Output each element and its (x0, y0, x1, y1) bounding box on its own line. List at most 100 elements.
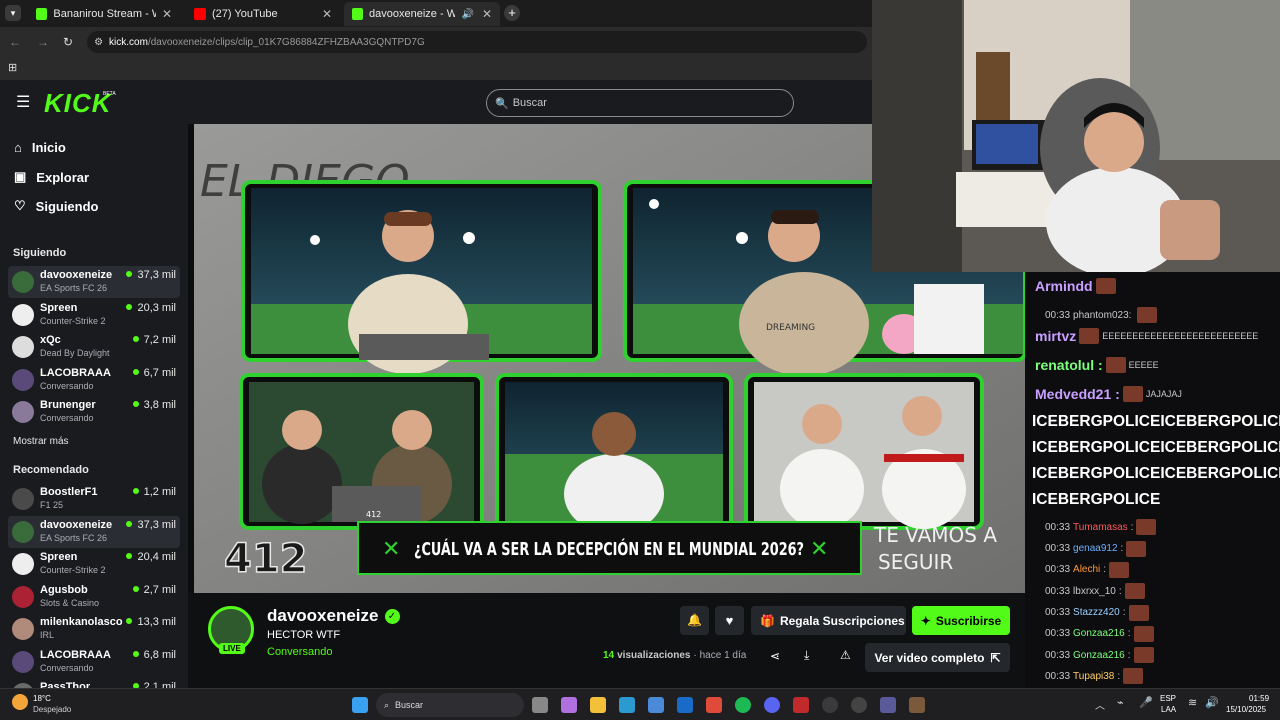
chat-username[interactable]: Medvedd21 : (1035, 386, 1120, 402)
chat-username[interactable]: Alechi (1073, 564, 1100, 575)
sidebar-channel[interactable]: Brunenger Conversando 3,8 mil (8, 396, 180, 428)
clip-category[interactable]: Conversando (267, 646, 332, 658)
tab-youtube[interactable]: (27) YouTube ✕ (186, 2, 340, 26)
subscribe-button[interactable]: ✦ Suscribirse (912, 606, 1010, 635)
sidebar-channel[interactable]: LACOBRAAA Conversando 6,7 mil (8, 364, 180, 396)
chat-username[interactable]: Armindd (1035, 278, 1093, 294)
full-video-button[interactable]: Ver video completo ⇱ (865, 643, 1010, 672)
sidebar-channel[interactable]: davooxeneize EA Sports FC 26 37,3 mil (8, 515, 180, 548)
chrome-icon[interactable] (706, 697, 722, 713)
clock-date[interactable]: 15/10/2025 (1226, 705, 1266, 714)
wifi-icon[interactable]: ≋ (1188, 696, 1197, 709)
url-field[interactable]: ⚙ kick.com /davooxeneize/clips/clip_01K7… (87, 31, 868, 53)
site-info-icon[interactable]: ⚙ (94, 37, 103, 48)
speaker-icon[interactable]: 🔊 (461, 9, 473, 20)
spotify-icon[interactable] (735, 697, 751, 713)
emote-icon (1126, 540, 1147, 557)
weather-icon[interactable] (12, 694, 28, 710)
sidebar-channel[interactable]: Spreen Counter-Strike 2 20,3 mil (8, 299, 180, 331)
channel-name[interactable]: davooxeneize (267, 606, 379, 626)
show-more-link[interactable]: Mostrar más (13, 436, 69, 447)
new-tab-button[interactable]: + (504, 5, 520, 21)
chat-username[interactable]: Stazzz420 (1073, 607, 1120, 618)
app-icon[interactable] (909, 697, 925, 713)
chat-text: ICEBERGPOLICEICEBERGPOLICE (1032, 465, 1280, 483)
layout-code[interactable]: LAA (1161, 705, 1176, 714)
chat-message: 00:33 phantom023: (1045, 307, 1158, 323)
chat-username[interactable]: Gonzaa216 (1073, 650, 1125, 661)
chat-username[interactable]: phantom023: (1073, 310, 1131, 321)
edge-icon[interactable] (619, 697, 635, 713)
outlook-icon[interactable] (677, 697, 693, 713)
discord-icon[interactable] (764, 697, 780, 713)
viewer-count: 13,3 mil (126, 616, 176, 628)
sidebar-channel[interactable]: LACOBRAAA Conversando 6,8 mil (8, 646, 180, 678)
sidebar-channel[interactable]: PassThor 2,1 mil (8, 678, 180, 688)
network-icon[interactable]: ⌁ (1117, 696, 1124, 709)
sidebar-channel[interactable]: BoostlerF1 F1 25 1,2 mil (8, 483, 180, 515)
back-icon[interactable]: ← (9, 35, 21, 49)
sidebar-channel[interactable]: Spreen Counter-Strike 2 20,4 mil (8, 548, 180, 580)
close-tab-icon[interactable]: ✕ (322, 7, 332, 21)
kick-icon (36, 8, 48, 20)
chat-username[interactable]: Gonzaa216 (1073, 628, 1125, 639)
chat-username[interactable]: Tupapi38 (1073, 671, 1114, 682)
live-badge: LIVE (219, 643, 245, 654)
chat-username[interactable]: lbxrxx_10 (1073, 586, 1116, 597)
chat-username[interactable]: genaa912 (1073, 543, 1118, 554)
share-icon[interactable]: ⋖ (770, 649, 780, 663)
nav-siguiendo[interactable]: ♡ Siguiendo (14, 198, 99, 214)
steam-icon[interactable] (822, 697, 838, 713)
forward-icon[interactable]: → (37, 35, 49, 49)
taskbar-search[interactable]: ⌕ Buscar (376, 693, 524, 717)
gift-subs-button[interactable]: 🎁 Regala Suscripciones (751, 606, 906, 635)
copilot-icon[interactable] (561, 697, 577, 713)
close-tab-icon[interactable]: ✕ (482, 7, 492, 21)
beta-badge: BETA (103, 91, 116, 97)
chat-timestamp: 00:33 (1045, 607, 1071, 618)
obs-icon[interactable] (851, 697, 867, 713)
task-view-icon[interactable] (532, 697, 548, 713)
chat-timestamp: 00:33 (1045, 670, 1071, 682)
clock-time[interactable]: 01:59 (1249, 694, 1269, 703)
chat-text: : (1127, 649, 1131, 661)
store-icon[interactable] (648, 697, 664, 713)
tab-actions-button[interactable]: ▾ (5, 5, 21, 21)
app-icon[interactable] (880, 697, 896, 713)
follow-heart-button[interactable]: ♥ (715, 606, 744, 635)
report-icon[interactable]: ⚠ (840, 648, 851, 662)
viewer-count: 37,3 mil (126, 269, 176, 281)
sidebar-channel[interactable]: davooxeneize EA Sports FC 26 37,3 mil (8, 266, 180, 298)
volume-icon[interactable]: 🔊 (1205, 696, 1219, 709)
windows-start-icon[interactable] (352, 697, 368, 713)
avatar (12, 401, 34, 423)
close-tab-icon[interactable]: ✕ (162, 7, 172, 21)
app-icon[interactable] (793, 697, 809, 713)
sidebar-channel[interactable]: milenkanolasco IRL 13,3 mil (8, 613, 180, 645)
kick-logo[interactable]: KICK (44, 88, 112, 119)
apps-grid-icon[interactable]: ⊞ (8, 61, 17, 74)
avatar (12, 650, 34, 673)
tab-bananirou[interactable]: Bananirou Stream - Watch Live ✕ (28, 2, 180, 26)
chat-message: mirtvz EEEEEEEEEEEEEEEEEEEEEEEEEE (1035, 328, 1258, 345)
notifications-button[interactable]: 🔔 (680, 606, 709, 635)
nav-inicio[interactable]: ⌂ Inicio (14, 140, 66, 155)
search-input[interactable]: 🔍 Buscar (486, 89, 794, 117)
tab-kick-clips[interactable]: davooxeneize - Watch clips 🔊 ✕ (344, 2, 500, 26)
chat-username[interactable]: Tumamasas (1073, 522, 1128, 533)
sidebar-channel[interactable]: xQc Dead By Daylight 7,2 mil (8, 331, 180, 363)
chat-message: 00:33 genaa912: (1045, 540, 1147, 557)
nav-explorar[interactable]: ▣ Explorar (14, 169, 89, 185)
search-icon: ⌕ (384, 699, 390, 710)
lang-code[interactable]: ESP (1160, 694, 1176, 703)
chat-username[interactable]: mirtvz (1035, 328, 1076, 344)
chat-text: JAJAJAJ (1145, 389, 1182, 400)
download-icon[interactable]: ⤓ (804, 648, 809, 663)
mic-icon[interactable]: 🎤 (1139, 696, 1153, 709)
reload-icon[interactable]: ↻ (63, 35, 73, 49)
file-explorer-icon[interactable] (590, 697, 606, 713)
sidebar-channel[interactable]: Agusbob Slots & Casino 2,7 mil (8, 581, 180, 613)
tray-overflow-icon[interactable]: ︿ (1095, 697, 1105, 712)
menu-icon[interactable]: ☰ (16, 92, 30, 112)
chat-username[interactable]: renatolul : (1035, 357, 1103, 373)
